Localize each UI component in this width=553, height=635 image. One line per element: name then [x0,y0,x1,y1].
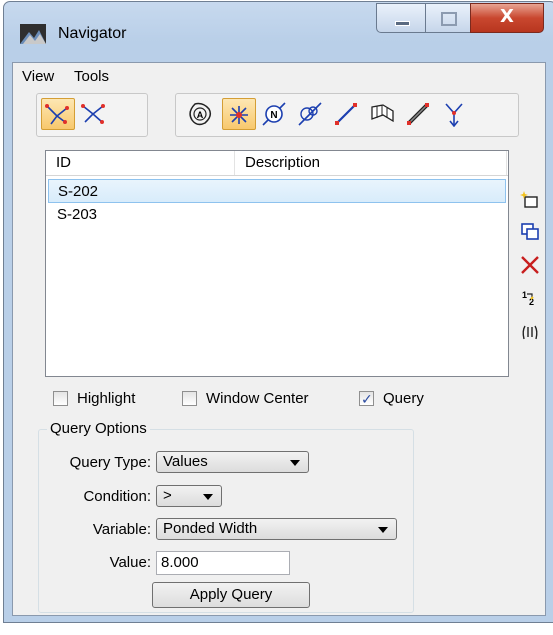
network-select-button[interactable] [41,98,75,130]
network-all-icon [81,104,105,124]
condition-row: Condition: > [39,485,409,509]
row-id: S-202 [58,183,99,200]
chevron-down-icon [378,527,388,533]
pipe-network-button[interactable] [294,98,328,130]
highlighted-burst-icon [230,106,248,124]
parallel-button[interactable] [519,321,545,347]
maximize-icon [441,12,457,26]
network-all-button[interactable] [77,98,111,130]
value-input[interactable]: 8.000 [156,551,290,575]
value-label: Value: [109,554,151,571]
renumber-icon: 1 2 [522,290,534,307]
copy-icon [521,223,539,240]
client-area: View Tools A N ID Description S-202 S-20… [12,62,546,616]
query-type-select[interactable]: Values [156,451,309,473]
roadway-icon [371,104,394,123]
window-center-checkbox[interactable] [182,391,197,406]
line-segment-icon [335,103,357,125]
close-icon: X [500,6,514,27]
query-options-title: Query Options [47,420,150,437]
delete-icon [521,256,539,274]
query-type-value: Values [163,453,208,470]
variable-value: Ponded Width [163,520,258,537]
add-item-button[interactable] [519,189,545,215]
caption-buttons: X [366,3,553,35]
highlight-label: Highlight [77,390,136,407]
window-title: Navigator [58,25,127,42]
line-segment-button[interactable] [330,98,364,130]
inlet-icon [445,103,463,127]
query-type-label: Query Type: [69,454,151,471]
highlight-checkbox[interactable] [53,391,68,406]
delete-button[interactable] [519,254,545,280]
list-item[interactable]: S-202 [48,179,506,203]
apply-query-button[interactable]: Apply Query [152,582,310,608]
conduit-icon [407,103,429,125]
svg-text:1: 1 [522,290,527,300]
chevron-down-icon [290,460,300,466]
menu-tools[interactable]: Tools [74,68,109,85]
condition-label: Condition: [83,488,151,505]
app-icon [20,24,46,44]
maximize-button[interactable] [425,3,471,33]
minimize-button[interactable] [376,3,426,33]
add-item-icon [520,191,538,208]
menu-view[interactable]: View [22,68,54,85]
close-button[interactable]: X [470,3,544,33]
variable-label: Variable: [92,521,151,538]
area-button[interactable]: A [184,98,218,130]
column-description[interactable]: Description [235,151,507,175]
navigator-window: Navigator X View Tools A N ID Descriptio… [3,1,553,623]
burst-button[interactable] [222,98,256,130]
toolbar-network [36,93,148,137]
query-type-row: Query Type: Values [39,451,409,475]
variable-select[interactable]: Ponded Width [156,518,397,540]
node-button[interactable]: N [258,98,292,130]
menu-bar: View Tools [13,63,545,89]
parallel-icon [522,325,538,340]
query-label: Query [383,390,424,407]
conduit-button[interactable] [402,98,436,130]
window-center-label: Window Center [206,390,309,407]
list-header: ID Description [46,151,508,176]
value-row: Value: 8.000 [39,551,409,575]
element-list[interactable]: ID Description S-202 S-203 [45,150,509,377]
condition-select[interactable]: > [156,485,222,507]
pipe-network-icon [298,102,322,126]
svg-text:A: A [197,110,204,120]
inlet-button[interactable] [438,98,472,130]
query-checkbox[interactable] [359,389,374,411]
toolbar-elements: A N [175,93,519,137]
area-a-icon: A [189,102,212,126]
query-options-group: Query Options Query Type: Values Conditi… [38,420,414,613]
row-id: S-203 [57,206,98,223]
list-item[interactable]: S-203 [48,203,506,227]
column-id[interactable]: ID [46,151,235,175]
roadway-button[interactable] [366,98,400,130]
network-select-icon [45,104,69,125]
renumber-button[interactable]: 1 2 [519,287,545,313]
minimize-icon [395,21,410,26]
variable-row: Variable: Ponded Width [39,518,409,542]
title-bar[interactable]: Navigator X [4,2,553,62]
svg-text:N: N [270,110,277,121]
copy-button[interactable] [519,221,545,247]
condition-value: > [163,487,172,504]
node-n-icon: N [262,102,286,126]
chevron-down-icon [203,494,213,500]
